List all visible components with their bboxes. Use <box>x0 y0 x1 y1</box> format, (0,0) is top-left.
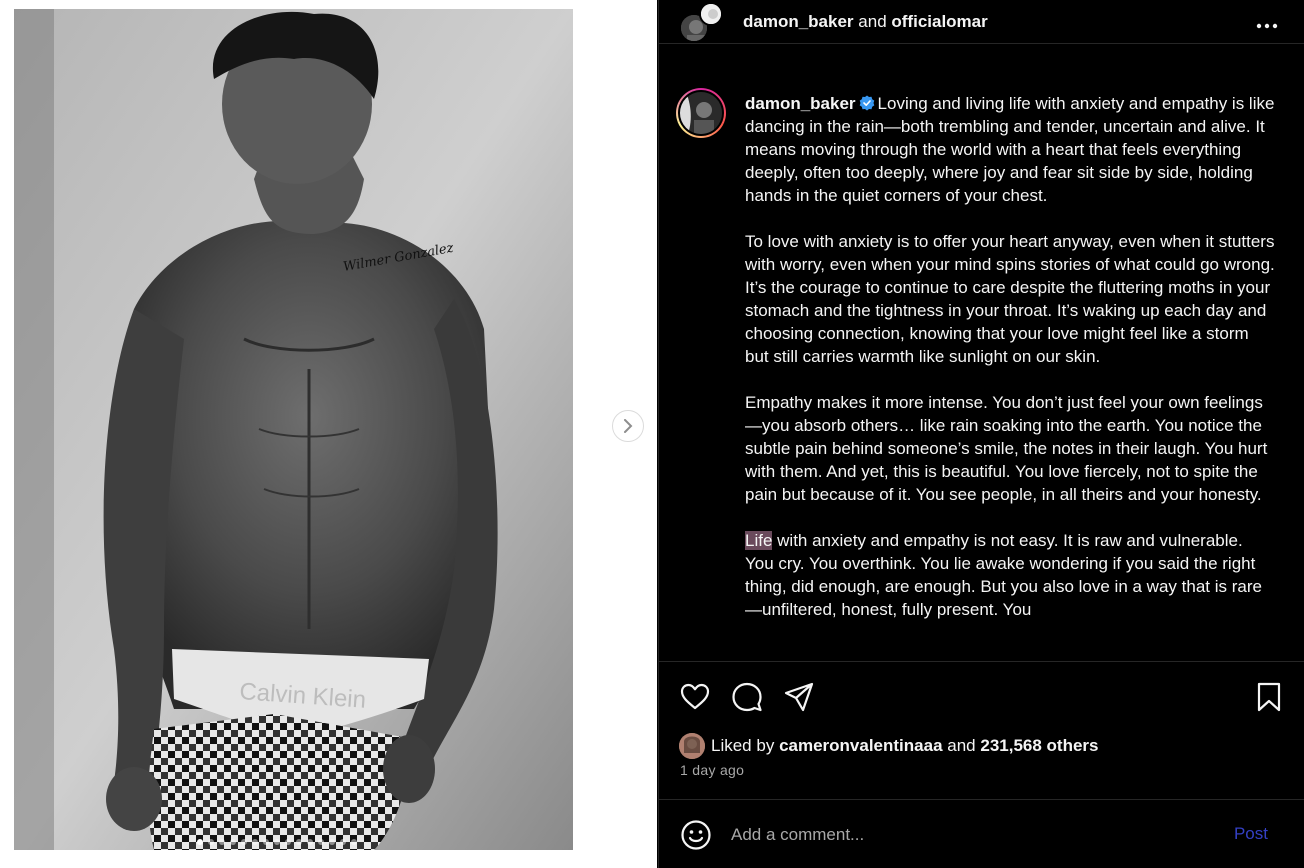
liker-avatar[interactable] <box>679 733 705 759</box>
and-text: and <box>858 11 887 31</box>
post-comment-button[interactable]: Post <box>1234 824 1268 844</box>
caption-text: damon_baker Loving and living life with a… <box>745 92 1275 644</box>
verified-badge-icon <box>859 95 874 111</box>
media-panel: Wilmer Gonzalez Calvin Klein <box>0 0 657 868</box>
slide-dot <box>329 839 335 845</box>
bookmark-icon <box>1257 682 1281 712</box>
post-header: damon_baker and officialomar <box>659 0 1304 44</box>
slide-dot <box>208 839 214 845</box>
more-horizontal-icon <box>1256 23 1278 29</box>
liked-by-label: Liked by <box>711 736 775 755</box>
more-options-button[interactable] <box>1256 12 1278 35</box>
post-timestamp[interactable]: 1 day ago <box>680 762 744 778</box>
slide-dot <box>197 839 203 845</box>
likes-summary: Liked by cameronvalentinaaa and 231,568 … <box>679 733 1099 759</box>
slide-indicator <box>197 839 357 845</box>
slide-dot <box>285 839 291 845</box>
comment-input[interactable] <box>731 822 1201 848</box>
caption-avatar[interactable] <box>676 88 726 138</box>
collab-avatars[interactable] <box>679 0 727 44</box>
comment-composer: Post <box>659 799 1304 868</box>
username-link[interactable]: damon_baker <box>743 12 854 31</box>
comment-button[interactable] <box>731 681 763 713</box>
avatar <box>699 1 723 26</box>
comment-icon <box>732 682 762 712</box>
slide-dot <box>252 839 258 845</box>
like-button[interactable] <box>679 681 711 713</box>
highlighted-text: Life <box>745 531 773 550</box>
slide-dot <box>241 839 247 845</box>
post-sidebar: damon_baker and officialomar damon_baker… <box>658 0 1304 868</box>
slide-dot <box>318 839 324 845</box>
slide-dot <box>307 839 313 845</box>
post-photo[interactable]: Wilmer Gonzalez Calvin Klein <box>14 9 573 850</box>
caption-paragraph: Empathy makes it more intense. You don’t… <box>745 393 1268 504</box>
slide-dot <box>230 839 236 845</box>
next-slide-button[interactable] <box>612 410 644 442</box>
liker-username[interactable]: cameronvalentinaaa <box>779 736 942 756</box>
slide-dot <box>296 839 302 845</box>
caption-username[interactable]: damon_baker <box>745 94 856 113</box>
save-button[interactable] <box>1253 681 1285 713</box>
chevron-right-icon <box>624 419 633 433</box>
collab-usernames: damon_baker and officialomar <box>743 12 988 32</box>
heart-icon <box>680 683 710 710</box>
slide-dot <box>340 839 346 845</box>
caption-paragraph: with anxiety and empathy is not easy. It… <box>745 531 1262 619</box>
slide-dot <box>263 839 269 845</box>
photo-illustration: Wilmer Gonzalez Calvin Klein <box>14 9 573 850</box>
username-link[interactable]: officialomar <box>891 12 987 31</box>
slide-dot <box>351 839 357 845</box>
action-bar <box>659 675 1304 719</box>
caption-paragraph: To love with anxiety is to offer your he… <box>745 232 1275 366</box>
send-icon <box>784 682 814 712</box>
slide-dot <box>219 839 225 845</box>
likes-count-link[interactable]: 231,568 others <box>980 736 1098 756</box>
emoji-button[interactable] <box>680 819 712 851</box>
share-button[interactable] <box>783 681 815 713</box>
slide-dot <box>274 839 280 845</box>
caption-scroll-area[interactable]: damon_baker Loving and living life with a… <box>659 44 1304 662</box>
likes-and: and <box>947 736 976 755</box>
emoji-smile-icon <box>681 820 711 850</box>
